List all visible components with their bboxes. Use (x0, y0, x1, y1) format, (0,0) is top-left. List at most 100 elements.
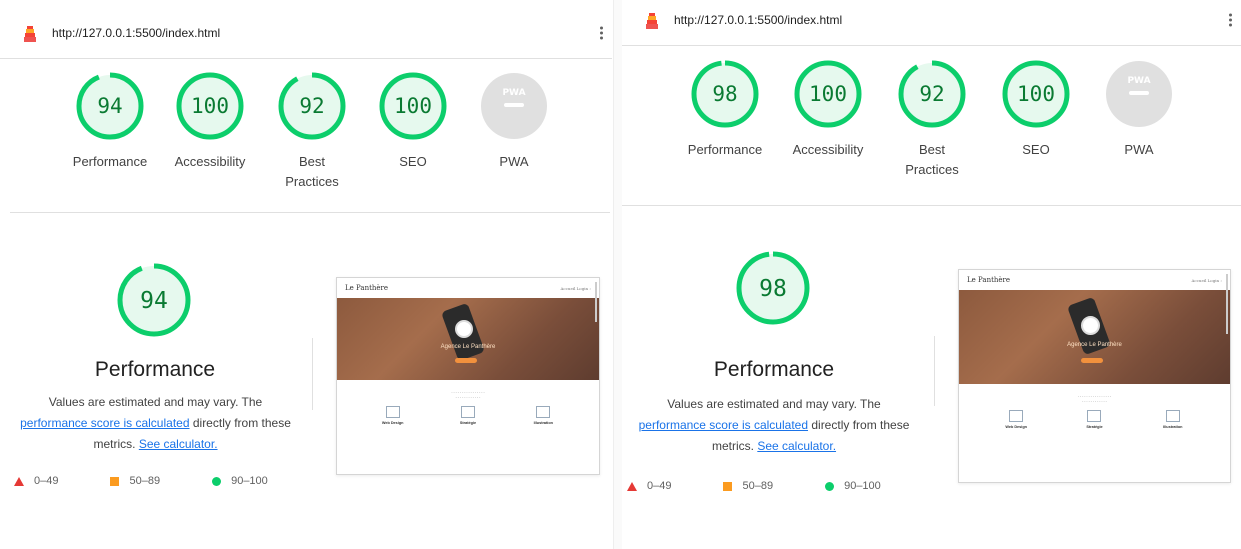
gauge-seo[interactable]: 100 SEO (373, 72, 453, 172)
performance-description: Values are estimated and may vary. The p… (625, 394, 923, 457)
see-calculator-link[interactable]: See calculator. (139, 437, 218, 451)
gauge-accessibility[interactable]: 100 Accessibility (788, 60, 868, 160)
description-text: directly from these (189, 416, 291, 430)
webdesign-icon (1009, 410, 1024, 422)
legend-label: 50–89 (742, 480, 774, 492)
fail-triangle-icon (14, 476, 24, 486)
column-title: Web Design (1005, 425, 1027, 429)
pwa-badge-text: PWA (1127, 76, 1150, 86)
screenshot-hero: Agence Le Panthère (337, 298, 599, 380)
report-topbar: http://127.0.0.1:5500/index.html (0, 8, 612, 59)
gauge-score: 100 (394, 94, 432, 118)
gauge-label: Performance (687, 142, 763, 157)
gauge-label: Performance (72, 154, 148, 169)
legend-pass: 90–100 (825, 480, 881, 492)
column-title: Stratégie (1086, 425, 1103, 429)
gauge-label: Best Practices (905, 142, 959, 177)
report-url: http://127.0.0.1:5500/index.html (674, 13, 843, 27)
score-legend: 0–49 50–89 90–100 (14, 475, 300, 487)
fail-triangle-icon (627, 481, 637, 491)
gauge-score: 100 (1017, 82, 1055, 106)
screenshot-column: Web Design (371, 406, 415, 425)
gauge-best-practices[interactable]: 92 Best Practices (272, 72, 352, 192)
legend-fail: 0–49 (627, 480, 671, 492)
gauge-score: 100 (809, 82, 847, 106)
gauge-label: SEO (1022, 142, 1050, 157)
legend-average: 50–89 (723, 480, 773, 492)
webdesign-icon (385, 406, 400, 418)
gauge-ring: 94 (76, 72, 144, 140)
report-panel-left: http://127.0.0.1:5500/index.html 94 Perf… (0, 0, 612, 549)
gauge-label: Best Practices (285, 154, 339, 189)
screenshot-column: Illustration (1151, 410, 1195, 429)
pwa-badge-icon: PWA (481, 73, 547, 139)
screenshot-nav: Le Panthère Accueil Login › (959, 270, 1230, 290)
more-options-icon[interactable] (1229, 13, 1233, 27)
screenshot-column: Stratégie (446, 406, 490, 425)
vertical-divider (934, 336, 935, 406)
performance-score-link[interactable]: performance score is calculated (639, 418, 808, 432)
gauge-ring: 92 (278, 72, 346, 140)
legend-average: 50–89 (110, 475, 160, 487)
legend-fail: 0–49 (14, 475, 58, 487)
gauge-label: Accessibility (174, 154, 246, 169)
screenshot-scrollbar (1226, 274, 1228, 334)
average-square-icon (110, 476, 120, 486)
gauge-score: 100 (191, 94, 229, 118)
more-options-icon[interactable] (600, 26, 604, 40)
performance-score-link[interactable]: performance score is calculated (20, 416, 189, 430)
screenshot-logo: Le Panthère (345, 284, 389, 292)
screenshot-hero-title: Agence Le Panthère (1067, 342, 1122, 348)
gauge-ring: 100 (379, 72, 447, 140)
screenshot-hero-button (455, 358, 477, 363)
gauge-ring: 100 (794, 60, 862, 128)
gauge-ring: 98 (736, 251, 810, 325)
screenshot-hero-button (1081, 358, 1103, 363)
gauge-pwa[interactable]: PWA PWA (1099, 60, 1179, 160)
screenshot-columns: Web Design Stratégie Illustration (337, 400, 599, 425)
screenshot-hero-title: Agence Le Panthère (440, 344, 496, 350)
column-title: Stratégie (459, 421, 477, 425)
gauge-score: 92 (299, 94, 324, 118)
performance-title: Performance (94, 358, 216, 381)
gauge-score: 94 (97, 94, 122, 118)
final-screenshot[interactable]: Le Panthère Accueil Login › Agence Le Pan… (336, 277, 600, 475)
pass-circle-icon (212, 476, 222, 486)
score-legend: 0–49 50–89 90–100 (627, 480, 913, 492)
screenshot-column: Web Design (994, 410, 1038, 429)
pwa-badge-icon: PWA (1106, 61, 1172, 127)
lighthouse-icon (24, 26, 36, 42)
illustration-icon (536, 406, 551, 418)
pwa-badge-text: PWA (502, 88, 525, 98)
report-url: http://127.0.0.1:5500/index.html (52, 26, 221, 40)
lighthouse-icon (646, 13, 658, 29)
gauge-performance[interactable]: 94 Performance (70, 72, 150, 172)
screenshot-hero: Agence Le Panthère (959, 290, 1230, 384)
section-divider (622, 205, 1241, 206)
illustration-icon (1165, 410, 1180, 422)
performance-title: Performance (713, 358, 835, 381)
description-text: directly from these (808, 418, 910, 432)
gauge-ring: 100 (176, 72, 244, 140)
description-text: Values are estimated and may vary. The (48, 395, 263, 409)
screenshot-logo: Le Panthère (967, 276, 1011, 284)
gauge-seo[interactable]: 100 SEO (996, 60, 1076, 160)
legend-label: 90–100 (231, 475, 268, 487)
final-screenshot[interactable]: Le Panthère Accueil Login › Agence Le Pan… (958, 269, 1231, 483)
screenshot-columns: Web Design Stratégie Illustration (959, 404, 1230, 429)
description-text: Values are estimated and may vary. The (667, 397, 881, 411)
legend-label: 90–100 (844, 480, 881, 492)
description-text: metrics. (93, 437, 139, 451)
strategy-icon (460, 406, 475, 418)
gauge-pwa[interactable]: PWA PWA (474, 72, 554, 172)
gauge-accessibility[interactable]: 100 Accessibility (170, 72, 250, 172)
gauge-score: 94 (140, 288, 168, 314)
screenshot-intro: ‑ ‑ ‑ ‑ ‑ ‑ ‑ ‑ ‑ ‑ ‑ ‑ ‑ ‑ ‑ ‑ ‑ ‑ ‑ ‑ ‑… (451, 390, 485, 399)
see-calculator-link[interactable]: See calculator. (757, 439, 836, 453)
gauge-label: SEO (399, 154, 427, 169)
gauge-performance[interactable]: 98 Performance (685, 60, 765, 160)
gauge-label: Accessibility (792, 142, 864, 157)
report-topbar: http://127.0.0.1:5500/index.html (622, 0, 1241, 46)
gauge-best-practices[interactable]: 92 Best Practices (892, 60, 972, 180)
section-divider (10, 212, 610, 213)
